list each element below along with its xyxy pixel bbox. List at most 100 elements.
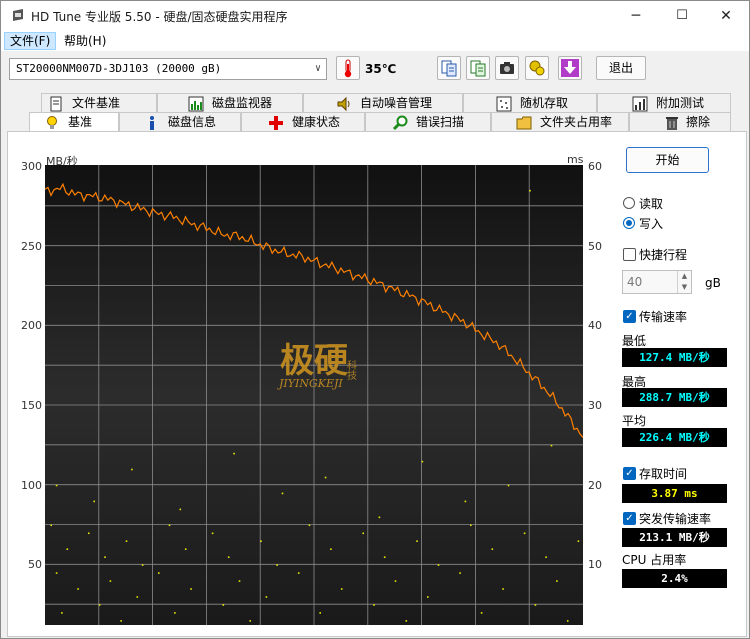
short-stroke-spinner[interactable]: 40 ▲ ▼: [622, 270, 692, 294]
access-time-point: [249, 620, 251, 622]
access-time-point: [362, 532, 364, 535]
short-stroke-checkbox[interactable]: [623, 248, 636, 261]
info-icon: [150, 116, 154, 130]
spin-down-icon[interactable]: ▼: [677, 282, 691, 293]
copy-info-alt-button[interactable]: [466, 56, 490, 80]
left-tick-label: 100: [21, 479, 42, 492]
access-time-point: [50, 524, 52, 527]
access-time-point: [502, 588, 504, 590]
short-stroke-label: 快捷行程: [639, 248, 688, 262]
write-radio[interactable]: [623, 217, 635, 229]
access-time-point: [61, 612, 63, 614]
drive-select-value: ST20000NM007D-3DJ103 (20000 gB): [16, 62, 222, 75]
save-button[interactable]: [558, 56, 582, 80]
access-time-point: [491, 548, 494, 550]
tab-label: 随机存取: [520, 96, 569, 110]
tab-disk-monitor[interactable]: 磁盘监视器: [157, 93, 303, 113]
access-time-point: [174, 612, 176, 614]
spin-up-icon[interactable]: ▲: [677, 271, 691, 282]
tab-label: 文件夹占用率: [540, 115, 613, 129]
access-time-point: [98, 604, 101, 606]
access-time-point: [66, 548, 69, 550]
tab-disk-info[interactable]: 磁盘信息: [119, 112, 241, 132]
tab-label: 文件基准: [72, 96, 121, 110]
tab-random-access[interactable]: 随机存取: [463, 93, 597, 113]
access-time-point: [378, 516, 381, 519]
access-time-point: [383, 556, 386, 558]
cpu-usage-value: 2.4%: [622, 569, 727, 588]
access-time-point: [77, 588, 79, 590]
thermometer-icon: [344, 59, 352, 78]
access-time-point: [545, 556, 547, 558]
exit-button[interactable]: 退出: [596, 56, 646, 80]
tab-benchmark[interactable]: 基准: [29, 112, 119, 133]
transfer-rate-label: 传输速率: [639, 310, 688, 324]
access-time-point: [340, 588, 343, 590]
toolbar: ST20000NM007D-3DJ103 (20000 gB) ∨ 35℃ 退出: [1, 51, 749, 89]
screenshot-button[interactable]: [495, 56, 519, 80]
magnifier-icon: [392, 115, 408, 131]
read-radio[interactable]: [623, 197, 635, 209]
lightbulb-icon: [47, 116, 57, 129]
start-button[interactable]: 开始: [626, 147, 709, 173]
tab-row-bottom: 基准 磁盘信息 健康状态 错误扫描 文件夹占用率 擦除: [1, 112, 749, 133]
benchmark-chart: 极硬 科技 JIYINGKEJI: [45, 165, 583, 625]
tab-row-top: 文件基准 磁盘监视器 自动噪音管理 随机存取 附加测试: [1, 93, 749, 113]
access-time-point: [227, 556, 230, 558]
burst-rate-checkbox[interactable]: ✓: [623, 512, 636, 525]
tab-health[interactable]: 健康状态: [241, 112, 365, 132]
access-time-point: [141, 564, 144, 566]
transfer-rate-checkbox[interactable]: ✓: [623, 310, 636, 323]
temperature-button[interactable]: [336, 56, 360, 80]
tab-label: 附加测试: [656, 96, 705, 110]
access-time-point: [308, 524, 311, 527]
access-time-checkbox[interactable]: ✓: [623, 467, 636, 480]
tab-folder-usage[interactable]: 文件夹占用率: [491, 112, 629, 132]
maximize-button[interactable]: ☐: [659, 1, 705, 31]
avg-label: 平均: [622, 414, 647, 428]
download-icon: [561, 59, 579, 77]
tab-erase[interactable]: 擦除: [629, 112, 731, 132]
left-tick-label: 300: [21, 160, 42, 173]
copy-info-alt-icon: [470, 60, 486, 77]
minimize-button[interactable]: ─: [613, 1, 659, 31]
access-time-point: [179, 508, 182, 511]
copy-info-button[interactable]: [437, 56, 461, 80]
access-time-point: [125, 540, 128, 542]
right-tick-label: 60: [588, 160, 602, 173]
access-time-point: [566, 620, 569, 622]
close-button[interactable]: ✕: [703, 1, 749, 31]
options-button[interactable]: [525, 56, 549, 80]
camera-icon: [500, 62, 514, 74]
copy-info-icon: [441, 60, 457, 77]
tab-file-benchmark[interactable]: 文件基准: [41, 93, 157, 113]
access-time-point: [421, 460, 424, 463]
random-access-icon: [496, 96, 512, 112]
short-stroke-unit: gB: [705, 276, 721, 290]
drive-select[interactable]: ST20000NM007D-3DJ103 (20000 gB) ∨: [9, 58, 327, 80]
access-time-point: [93, 500, 95, 503]
tab-aam[interactable]: 自动噪音管理: [303, 93, 463, 113]
benchmark-chart-svg: 极硬 科技 JIYINGKEJI: [45, 165, 583, 625]
left-tick-label: 150: [21, 399, 42, 412]
menu-file[interactable]: 文件(F): [4, 32, 57, 50]
tab-error-scan[interactable]: 错误扫描: [365, 112, 491, 132]
access-time-point: [276, 564, 278, 566]
menu-bar: 文件(F) 帮助(H): [1, 31, 749, 51]
access-time-point: [190, 588, 192, 590]
access-time-point: [529, 189, 531, 192]
cpu-usage-label: CPU 占用率: [622, 553, 687, 567]
tab-label: 擦除: [686, 115, 711, 129]
watermark-text: 极硬: [280, 341, 348, 381]
access-time-point: [136, 596, 139, 598]
access-time-point: [470, 524, 472, 527]
access-time-point: [168, 524, 171, 527]
health-cross-icon: [269, 116, 283, 130]
bar-chart-icon: [188, 96, 204, 112]
access-time-point: [319, 612, 321, 614]
temperature-value: 35℃: [365, 62, 397, 76]
tab-extra-tests[interactable]: 附加测试: [597, 93, 731, 113]
access-time-point: [464, 500, 467, 503]
menu-help[interactable]: 帮助(H): [59, 32, 111, 50]
access-time-point: [577, 540, 580, 542]
